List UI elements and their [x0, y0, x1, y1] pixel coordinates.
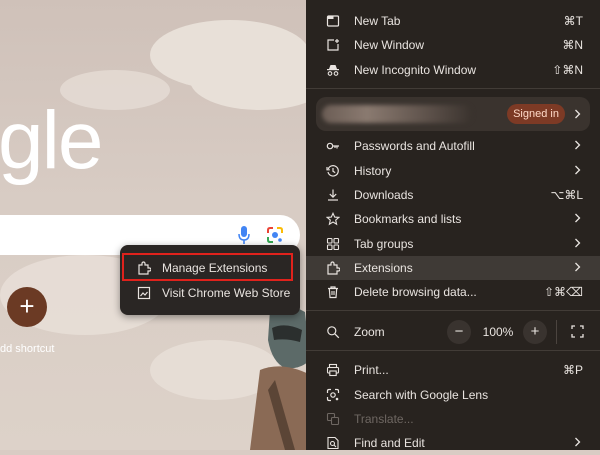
chevron-right-icon	[575, 437, 581, 447]
add-shortcut-button[interactable]: +	[7, 287, 47, 327]
zoom-out-button[interactable]: −	[447, 320, 471, 344]
zoom-divider	[556, 320, 557, 344]
tab-groups-icon	[326, 237, 340, 251]
chevron-right-icon	[575, 213, 581, 223]
google-lens-icon[interactable]	[266, 226, 284, 244]
menu-divider	[306, 350, 600, 351]
chevron-right-icon	[575, 109, 581, 119]
signed-in-badge: Signed in	[507, 104, 565, 124]
zoom-icon	[327, 326, 340, 339]
menu-item-downloads[interactable]: Downloads ⌥⌘L	[306, 183, 600, 207]
lens-icon	[326, 388, 340, 402]
star-icon	[326, 212, 340, 226]
print-icon	[326, 363, 340, 377]
menu-item-new-tab[interactable]: New Tab ⌘T	[306, 9, 600, 33]
visit-web-store-label: Visit Chrome Web Store	[162, 286, 291, 300]
menu-item-bookmarks-and-lists[interactable]: Bookmarks and lists	[306, 207, 600, 231]
menu-divider	[306, 310, 600, 311]
menu-item-passwords-and-autofill[interactable]: Passwords and Autofill	[306, 134, 600, 158]
chevron-right-icon	[575, 165, 581, 175]
menu-divider	[306, 88, 600, 89]
chevron-right-icon	[575, 238, 581, 248]
microphone-icon[interactable]	[238, 226, 250, 244]
puzzle-icon	[327, 261, 340, 275]
chevron-right-icon	[575, 140, 581, 150]
menu-item-label: New Incognito Window	[354, 63, 477, 77]
menu-item-label: Downloads	[354, 188, 414, 202]
menu-item-print[interactable]: Print... ⌘P	[306, 358, 600, 382]
translate-icon	[326, 412, 340, 426]
menu-item-history[interactable]: History	[306, 159, 600, 183]
chevron-right-icon	[575, 262, 581, 272]
find-icon	[327, 436, 339, 450]
menu-item-shortcut: ⇧⌘⌫	[543, 285, 583, 299]
menu-item-shortcut: ⌘N	[562, 38, 583, 52]
chrome-main-menu: New Tab ⌘T New Window ⌘N New Incognito W…	[306, 0, 600, 450]
key-icon	[326, 142, 339, 150]
menu-item-search-with-google-lens[interactable]: Search with Google Lens	[306, 383, 600, 407]
menu-item-label: Delete browsing data...	[354, 285, 477, 299]
highlight-box	[122, 253, 293, 281]
store-icon	[137, 286, 151, 300]
zoom-level: 100%	[482, 325, 514, 339]
blurred-profile-name	[322, 105, 472, 123]
zoom-label: Zoom	[354, 325, 385, 339]
menu-item-new-window[interactable]: New Window ⌘N	[306, 33, 600, 57]
add-shortcut-label: dd shortcut	[0, 343, 55, 355]
new-window-icon	[327, 39, 339, 51]
menu-item-label: Tab groups	[354, 237, 414, 251]
menu-item-label: History	[354, 164, 392, 178]
menu-item-label: Extensions	[354, 261, 413, 275]
menu-item-label: Translate...	[354, 412, 414, 426]
menu-item-tab-groups[interactable]: Tab groups	[306, 232, 600, 256]
menu-item-shortcut: ⌘P	[562, 363, 583, 377]
menu-item-label: Search with Google Lens	[354, 388, 489, 402]
menu-item-shortcut: ⌘T	[563, 14, 583, 28]
visit-web-store-item[interactable]: Visit Chrome Web Store	[120, 281, 300, 305]
download-icon	[328, 189, 338, 201]
menu-item-label: New Window	[354, 38, 425, 52]
menu-item-new-incognito-window[interactable]: New Incognito Window ⇧⌘N	[306, 58, 600, 82]
trash-icon	[328, 286, 338, 299]
profile-row[interactable]: Signed in	[316, 97, 590, 131]
incognito-icon	[327, 65, 339, 76]
google-logo: gle	[0, 95, 103, 186]
menu-item-label: Print...	[354, 363, 389, 377]
zoom-row: Zoom − 100% +	[306, 318, 600, 346]
menu-item-label: New Tab	[354, 14, 401, 28]
fullscreen-icon[interactable]	[571, 325, 584, 338]
menu-item-shortcut: ⇧⌘N	[552, 63, 583, 77]
menu-item-label: Find and Edit	[354, 436, 425, 450]
menu-item-shortcut: ⌥⌘L	[550, 188, 583, 202]
menu-item-label: Passwords and Autofill	[354, 139, 475, 153]
menu-item-delete-browsing-data[interactable]: Delete browsing data... ⇧⌘⌫	[306, 280, 600, 304]
new-tab-icon	[326, 15, 340, 27]
menu-item-label: Bookmarks and lists	[354, 212, 462, 226]
zoom-in-button[interactable]: +	[523, 320, 547, 344]
history-icon	[326, 165, 339, 177]
menu-item-translate: Translate...	[306, 407, 600, 431]
menu-item-find-and-edit[interactable]: Find and Edit	[306, 431, 600, 455]
menu-item-extensions[interactable]: Extensions	[306, 256, 600, 280]
